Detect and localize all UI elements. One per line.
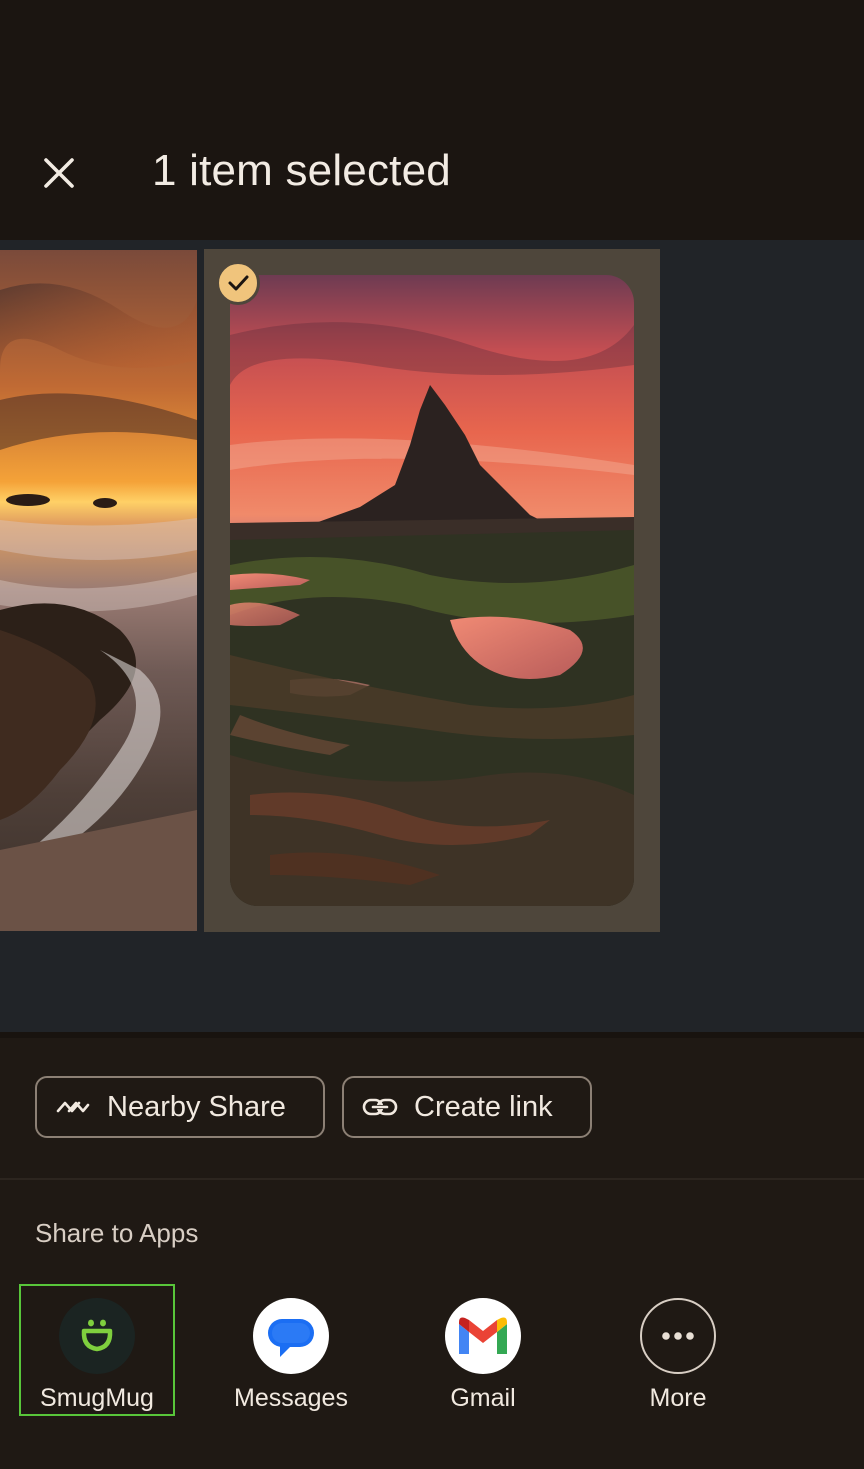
check-icon <box>228 275 249 291</box>
create-link-label: Create link <box>414 1090 553 1123</box>
photo-gallery <box>0 240 864 1032</box>
share-sheet: Nearby Share Create link Share to Apps S… <box>0 1032 864 1469</box>
nearby-share-button[interactable]: Nearby Share <box>35 1076 325 1138</box>
more-icon <box>640 1298 716 1374</box>
seascape-image <box>0 250 197 931</box>
sheet-divider <box>0 1032 864 1038</box>
app-more[interactable]: More <box>600 1284 756 1416</box>
photo-thumbnail-seascape[interactable] <box>0 250 197 931</box>
smugmug-icon <box>59 1298 135 1374</box>
selected-check-badge[interactable] <box>216 261 260 305</box>
app-messages[interactable]: Messages <box>213 1284 369 1416</box>
messages-icon <box>253 1298 329 1374</box>
link-icon <box>360 1087 400 1127</box>
top-app-bar: 1 item selected <box>0 0 864 240</box>
close-button[interactable] <box>34 148 84 198</box>
app-label: SmugMug <box>40 1384 154 1412</box>
app-gmail[interactable]: Gmail <box>405 1284 561 1416</box>
app-smugmug[interactable]: SmugMug <box>19 1284 175 1416</box>
nearby-share-label: Nearby Share <box>107 1090 286 1123</box>
app-label: More <box>649 1384 707 1412</box>
app-label: Gmail <box>450 1384 516 1412</box>
sea-stack-sunset-image <box>230 275 634 906</box>
gmail-icon <box>445 1298 521 1374</box>
photo-thumbnail-selected[interactable] <box>204 249 660 932</box>
create-link-button[interactable]: Create link <box>342 1076 592 1138</box>
app-label: Messages <box>234 1384 348 1412</box>
close-icon <box>44 158 74 188</box>
section-divider <box>0 1178 864 1180</box>
selected-photo <box>230 275 634 906</box>
nearby-share-icon <box>53 1087 93 1127</box>
page-title: 1 item selected <box>152 146 451 195</box>
share-to-apps-heading: Share to Apps <box>35 1218 199 1248</box>
